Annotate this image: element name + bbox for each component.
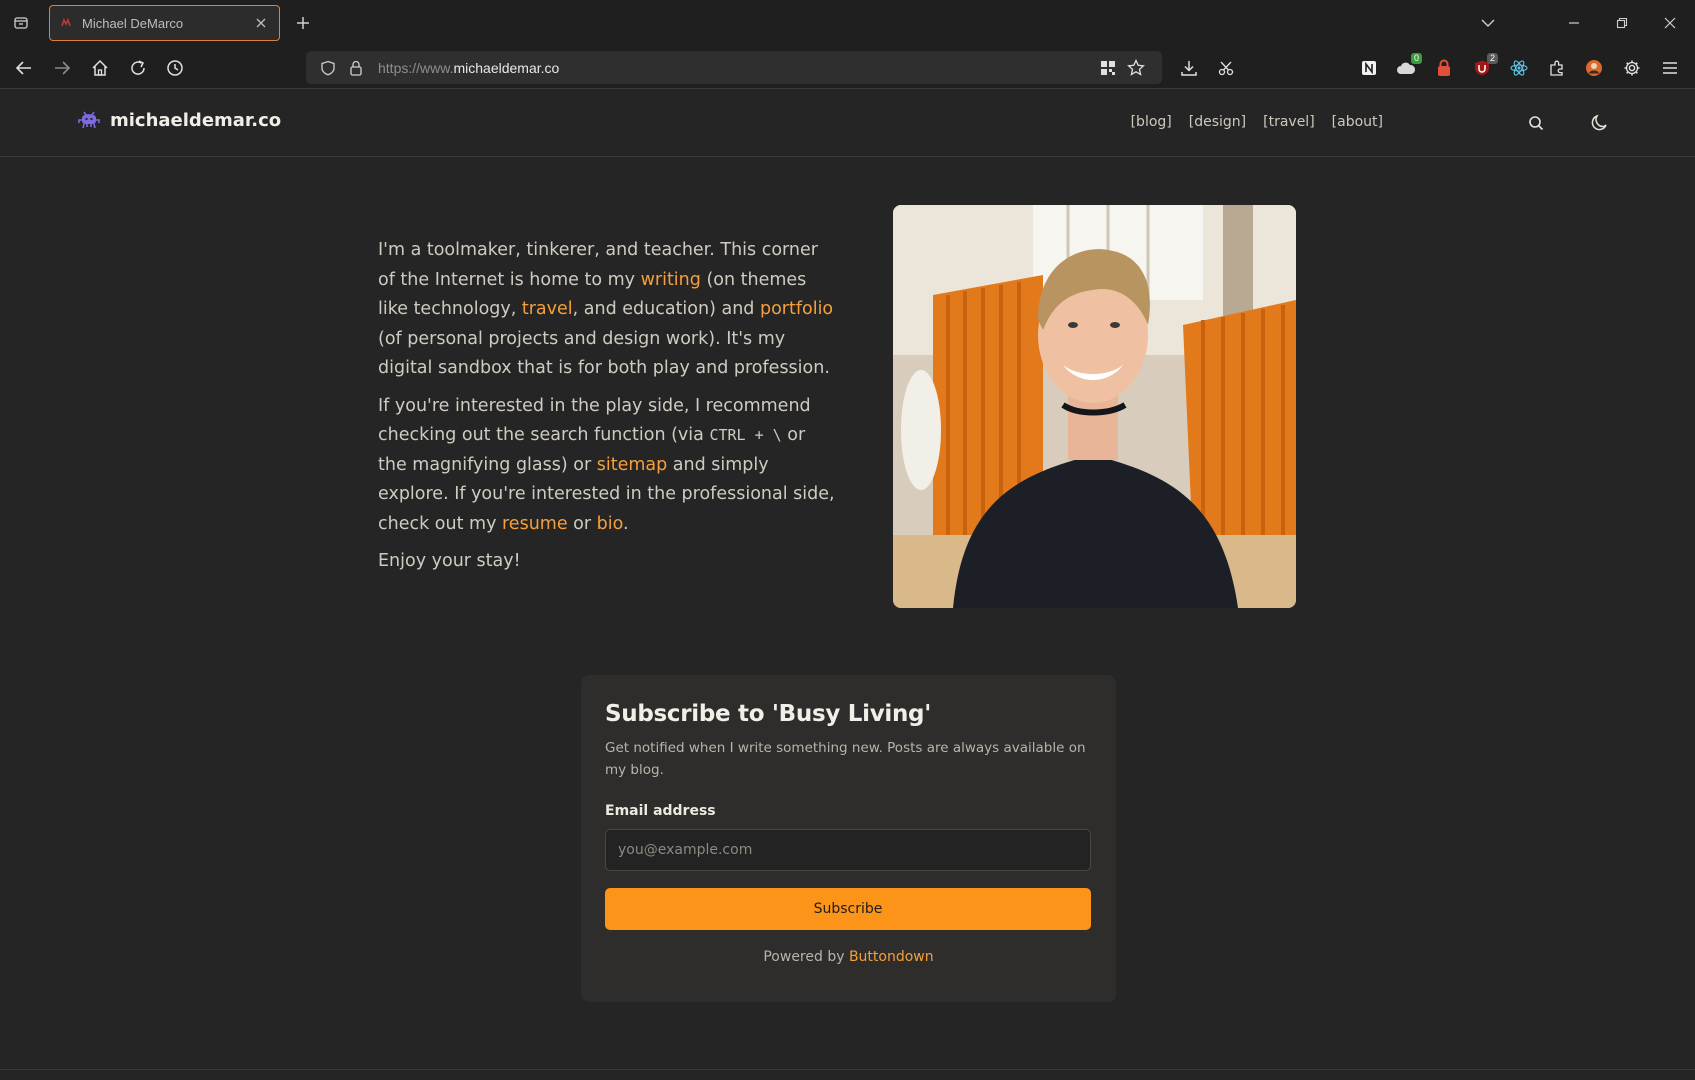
powered-by-text: Powered by: [763, 949, 849, 965]
intro-text: or: [567, 513, 597, 534]
minimize-icon[interactable]: [1558, 8, 1590, 38]
bookmark-star-icon[interactable]: [1124, 56, 1148, 80]
nav-link-about[interactable]: [about]: [1332, 114, 1383, 130]
url-text[interactable]: https://www.michaeldemar.co: [378, 60, 1096, 76]
cloud-extension-icon[interactable]: 0: [1392, 53, 1422, 82]
intro-paragraph-2: If you're interested in the play side, I…: [378, 392, 838, 540]
dark-mode-moon-icon[interactable]: [1586, 110, 1612, 136]
qr-code-icon[interactable]: [1096, 56, 1120, 80]
alien-invader-icon: [78, 109, 100, 131]
new-tab-plus-icon[interactable]: [290, 10, 316, 36]
subscribe-card: Subscribe to 'Busy Living' Get notified …: [581, 675, 1116, 1002]
tab-bar: Michael DeMarco: [0, 0, 1695, 46]
nav-link-blog[interactable]: [blog]: [1131, 114, 1172, 130]
subscribe-description: Get notified when I write something new.…: [605, 740, 1086, 778]
ublock-shield-icon[interactable]: 2: [1468, 53, 1498, 82]
subscribe-button[interactable]: Subscribe: [605, 888, 1091, 930]
reload-icon[interactable]: [124, 54, 152, 82]
restore-icon[interactable]: [1606, 8, 1638, 38]
intro-text: (of personal projects and design work). …: [378, 328, 830, 379]
forward-arrow-icon[interactable]: [48, 54, 76, 82]
site-logo-text: michaeldemar.co: [110, 109, 282, 131]
search-icon[interactable]: [1523, 110, 1549, 136]
address-bar[interactable]: https://www.michaeldemar.co: [306, 51, 1162, 84]
screenshot-scissors-icon[interactable]: [1212, 54, 1240, 82]
tab-close-icon[interactable]: [253, 15, 269, 31]
portfolio-link[interactable]: portfolio: [760, 299, 833, 319]
downloads-icon[interactable]: [1175, 54, 1203, 82]
bio-link[interactable]: bio: [597, 514, 623, 534]
intro-text: , and education) and: [572, 299, 760, 319]
intro-paragraph-3: Enjoy your stay!: [378, 551, 521, 571]
home-icon[interactable]: [86, 54, 114, 82]
site-logo-link[interactable]: michaeldemar.co: [78, 109, 281, 131]
subscribe-title: Subscribe to 'Busy Living': [605, 701, 931, 727]
email-input[interactable]: [605, 829, 1091, 871]
portrait-photo: [893, 205, 1296, 608]
extensions-puzzle-icon[interactable]: [1543, 54, 1571, 82]
extension-badge: 2: [1486, 53, 1498, 64]
settings-gear-icon[interactable]: [1618, 54, 1646, 82]
history-clock-icon[interactable]: [161, 54, 189, 82]
buttondown-link[interactable]: Buttondown: [849, 949, 934, 965]
sitemap-link[interactable]: sitemap: [597, 455, 668, 475]
intro-section: I'm a toolmaker, tinkerer, and teacher. …: [378, 236, 838, 585]
red-lock-extension-icon[interactable]: [1430, 54, 1458, 82]
powered-by: Powered by Buttondown: [605, 949, 1092, 965]
tab-list-icon[interactable]: [8, 10, 34, 36]
nav-link-design[interactable]: [design]: [1189, 114, 1246, 130]
keyboard-shortcut: CTRL + \: [709, 426, 782, 444]
shield-icon[interactable]: [316, 56, 340, 80]
lock-icon[interactable]: [344, 56, 368, 80]
writing-link[interactable]: writing: [641, 270, 701, 290]
footer-divider: [0, 1069, 1695, 1070]
browser-tab-active[interactable]: Michael DeMarco: [49, 5, 280, 41]
profile-avatar-icon[interactable]: [1580, 54, 1608, 82]
close-window-icon[interactable]: [1654, 8, 1686, 38]
extension-badge: 0: [1410, 53, 1422, 64]
url-prefix: https://www.: [378, 59, 454, 76]
resume-link[interactable]: resume: [502, 514, 568, 534]
hamburger-menu-icon[interactable]: [1656, 54, 1684, 82]
browser-toolbar: https://www.michaeldemar.co 0 2: [0, 46, 1695, 89]
intro-text: .: [623, 513, 629, 534]
email-label: Email address: [605, 803, 716, 819]
tab-favicon-icon: [60, 16, 74, 30]
nav-link-travel[interactable]: [travel]: [1263, 114, 1315, 130]
url-domain: michaeldemar.co: [453, 59, 560, 76]
site-header: michaeldemar.co [blog] [design] [travel]…: [0, 89, 1695, 157]
back-arrow-icon[interactable]: [10, 54, 38, 82]
react-devtools-icon[interactable]: [1505, 54, 1533, 82]
tab-title: Michael DeMarco: [82, 15, 184, 31]
list-all-tabs-chevron-icon[interactable]: [1472, 8, 1504, 38]
notion-extension-icon[interactable]: [1355, 54, 1383, 82]
travel-link[interactable]: travel: [522, 299, 573, 319]
intro-paragraph-1: I'm a toolmaker, tinkerer, and teacher. …: [378, 236, 838, 384]
site-nav: [blog] [design] [travel] [about]: [1131, 114, 1383, 130]
